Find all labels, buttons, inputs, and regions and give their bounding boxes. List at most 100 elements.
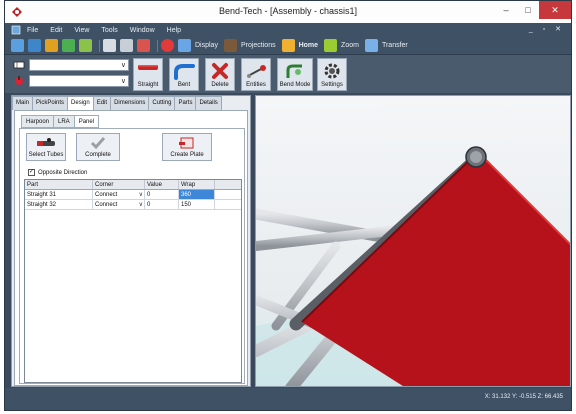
open-file-icon[interactable] (28, 39, 41, 52)
add-icon[interactable] (79, 39, 92, 52)
delete-tool-button[interactable]: Delete (205, 58, 235, 91)
straight-tool-button[interactable]: Straight (133, 58, 163, 91)
cell-value[interactable]: 0 (145, 200, 179, 209)
main-toolbar: ∨ ∨ Straight Bent Delete Entities Bend M… (5, 55, 571, 93)
separator (99, 39, 100, 52)
entities-icon (247, 65, 266, 78)
new-file-icon[interactable] (11, 39, 24, 52)
chevron-down-icon: ∨ (120, 62, 126, 69)
quick-access-bar: Display Projections Home Zoom Transfer (5, 37, 571, 55)
separator (157, 39, 158, 52)
menu-file[interactable]: File (27, 27, 38, 34)
refresh-icon[interactable] (62, 39, 75, 52)
create-plate-button[interactable]: Create Plate (162, 133, 212, 161)
material-combo[interactable]: ∨ (29, 59, 129, 71)
grid-header: Part Corner Value Wrap (25, 180, 241, 190)
gear-icon (324, 63, 340, 79)
tab-details[interactable]: Details (195, 96, 222, 110)
transfer-icon (364, 39, 378, 52)
tab-main[interactable]: Main (12, 96, 34, 110)
export-icon[interactable] (137, 39, 150, 52)
tube-grid: Part Corner Value Wrap Straight 31 Conne… (24, 179, 242, 383)
settings-tool-button[interactable]: Settings (317, 58, 347, 91)
menu-edit[interactable]: Edit (50, 27, 62, 34)
subtab-panel[interactable]: Panel (73, 115, 100, 128)
status-bar: X: 31.132 Y: -0.515 Z: 66.435 (5, 388, 571, 410)
menu-help[interactable]: Help (167, 27, 181, 34)
mdi-controls[interactable]: _ ▫ ✕ (529, 25, 565, 33)
tab-parts[interactable]: Parts (174, 96, 197, 110)
home-button[interactable]: Home (299, 42, 318, 49)
tab-edit[interactable]: Edit (92, 96, 112, 110)
menu-tools[interactable]: Tools (101, 27, 117, 34)
display-icon (178, 39, 191, 52)
panel-subtab-body: Select Tubes Complete Create Plate ✓ Opp… (19, 128, 245, 384)
checkmark-icon (90, 137, 106, 150)
projections-button[interactable]: Projections (241, 42, 276, 49)
cell-wrap[interactable]: 150 (179, 200, 215, 209)
design-subtabs: Harpoon LRA Panel (21, 115, 100, 128)
stop-icon[interactable] (161, 39, 174, 52)
cell-corner-dropdown[interactable]: Connect (93, 200, 145, 210)
window-title: Bend-Tech - [Assembly - chassis1] (218, 6, 358, 16)
tab-pickpoints[interactable]: PickPoints (32, 96, 69, 110)
straight-tube-icon (138, 65, 158, 70)
column-header-wrap[interactable]: Wrap (179, 180, 215, 189)
subtab-harpoon[interactable]: Harpoon (21, 115, 55, 128)
design-tab-body: Harpoon LRA Panel Select Tubes Complete … (14, 110, 248, 386)
part-type-icon (13, 61, 25, 69)
coordinate-readout: X: 31.132 Y: -0.515 Z: 66.435 (484, 394, 563, 400)
bent-tube-icon (174, 64, 195, 80)
document-icon (11, 25, 21, 35)
cope-icon (15, 76, 23, 85)
assembly-render (256, 96, 570, 386)
cell-value[interactable]: 0 (145, 190, 179, 199)
entities-tool-button[interactable]: Entities (241, 58, 271, 91)
projections-icon (223, 39, 237, 52)
3d-viewport[interactable] (255, 95, 571, 387)
delete-icon (212, 63, 228, 79)
left-panel: Main PickPoints Design Edit Dimensions C… (11, 95, 251, 387)
table-row[interactable]: Straight 31 Connect 0 360 (25, 190, 241, 200)
die-combo[interactable]: ∨ (29, 75, 129, 87)
menu-window[interactable]: Window (130, 27, 155, 34)
tab-design[interactable]: Design (67, 96, 94, 111)
zoom-icon (324, 39, 338, 52)
main-tabs: Main PickPoints Design Edit Dimensions C… (12, 96, 222, 111)
maximize-button[interactable]: □ (517, 1, 539, 19)
app-window: Bend-Tech - [Assembly - chassis1] – □ ✕ … (4, 0, 572, 411)
bend-mode-tool-button[interactable]: Bend Mode (277, 58, 313, 91)
complete-button[interactable]: Complete (76, 133, 120, 161)
tube-icon[interactable] (45, 39, 58, 52)
subtab-lra[interactable]: LRA (53, 115, 75, 128)
chevron-down-icon: ∨ (120, 78, 126, 85)
select-tubes-icon (37, 138, 55, 146)
minimize-button[interactable]: – (495, 1, 517, 19)
bent-tool-button[interactable]: Bent (169, 58, 199, 91)
title-bar: Bend-Tech - [Assembly - chassis1] – □ ✕ (5, 1, 571, 23)
save-icon[interactable] (103, 39, 116, 52)
column-header-part[interactable]: Part (25, 180, 93, 189)
tab-dimensions[interactable]: Dimensions (110, 96, 150, 110)
cell-corner-dropdown[interactable]: Connect (93, 190, 145, 200)
display-button[interactable]: Display (195, 42, 218, 49)
table-row[interactable]: Straight 32 Connect 0 150 (25, 200, 241, 210)
bend-mode-icon (286, 64, 302, 78)
column-header-value[interactable]: Value (145, 180, 179, 189)
column-header-corner[interactable]: Corner (93, 180, 145, 189)
cell-part[interactable]: Straight 32 (25, 200, 93, 209)
cell-wrap[interactable]: 360 (179, 190, 215, 199)
home-icon (281, 39, 295, 52)
plate-icon (179, 137, 194, 149)
menu-view[interactable]: View (74, 27, 89, 34)
select-tubes-button[interactable]: Select Tubes (26, 133, 66, 161)
opposite-direction-label: Opposite Direction (38, 169, 88, 176)
zoom-button[interactable]: Zoom (341, 42, 359, 49)
print-icon[interactable] (120, 39, 133, 52)
transfer-button[interactable]: Transfer (382, 42, 408, 49)
cell-part[interactable]: Straight 31 (25, 190, 93, 199)
opposite-direction-row: ✓ Opposite Direction (28, 169, 87, 176)
opposite-direction-checkbox[interactable]: ✓ (28, 169, 35, 176)
tab-cutting[interactable]: Cutting (148, 96, 176, 110)
close-button[interactable]: ✕ (539, 1, 571, 19)
